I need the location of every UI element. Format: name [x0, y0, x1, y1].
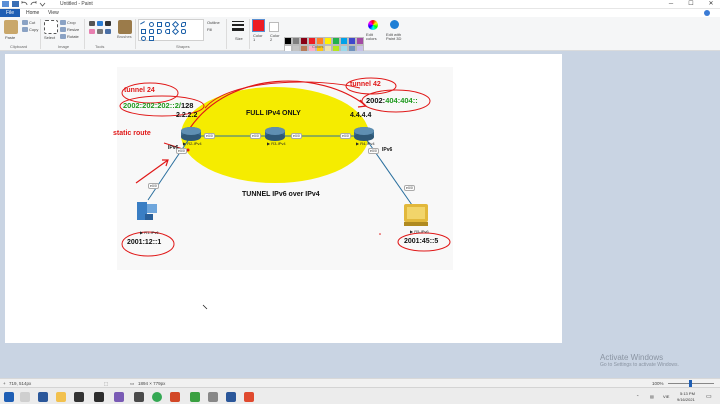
zoom-level: 100% [652, 381, 664, 386]
router-r2-caption: ▶ R2-IPv4 [183, 141, 202, 146]
host-r1-caption: ▶ R1-IPv6 [140, 230, 159, 235]
port-label: e0/0 [291, 133, 302, 139]
host-right-address: 2001:45::5 [404, 238, 439, 245]
app-icon[interactable] [208, 392, 218, 402]
static-route-label: static route [113, 130, 151, 137]
zoom-slider[interactable] [668, 380, 714, 387]
pencil-cursor-icon [202, 304, 208, 310]
host-left-address: 2001:12::1 [127, 239, 162, 246]
ipv6-left-address: 2002:202:202::2/128 [123, 101, 193, 110]
ipv6-right-zone-label: IPv6 [382, 147, 393, 153]
file-explorer-icon[interactable] [56, 392, 66, 402]
activate-windows-watermark: Activate Windows Go to Settings to activ… [600, 353, 679, 368]
diagram-drawing [119, 77, 451, 310]
port-label: e0/0 [340, 133, 351, 139]
clock-time[interactable]: 5:13 PM [680, 391, 695, 396]
app-icon[interactable] [244, 392, 254, 402]
cursor-position-icon: + [3, 381, 6, 386]
app-icon[interactable] [94, 392, 104, 402]
host-r5-icon [404, 204, 428, 226]
ipv6-right-prefix: 2002: [366, 96, 386, 105]
task-view-icon[interactable] [38, 392, 48, 402]
app-icon[interactable] [170, 392, 180, 402]
router-r4-icon [354, 127, 374, 141]
router-r4-caption: ▶ R4-IPv4 [356, 141, 375, 146]
ipv4-right-label: 4.4.4.4 [350, 112, 372, 119]
notifications-icon[interactable]: ▭ [706, 393, 712, 400]
ipv6-left-mask: 128 [180, 101, 194, 110]
start-icon[interactable] [4, 392, 14, 402]
tray-chevron-icon[interactable]: ⌃ [636, 394, 639, 399]
zoom-slider-thumb[interactable] [689, 380, 692, 387]
chrome-icon[interactable] [152, 392, 162, 402]
ipv6-left-prefix: 2002:202:202::2/ [123, 101, 181, 110]
tunnel-title-label: TUNNEL IPv6 over IPv4 [242, 191, 320, 198]
ipv4-left-label: 2.2.2.2 [176, 112, 198, 119]
cursor-position: 719, 514px [9, 381, 32, 386]
port-label: e0/0 [404, 185, 415, 191]
search-icon[interactable] [20, 392, 30, 402]
ipv6-right-suffix: 404:404:: [385, 96, 418, 105]
router-r3-icon [265, 127, 285, 141]
router-r2-icon [181, 127, 201, 141]
canvas-size: 1894 × 779px [138, 381, 166, 386]
network-icon[interactable]: ▤ [650, 394, 654, 399]
terminal-icon[interactable] [74, 392, 84, 402]
activate-subtitle: Go to Settings to activate Windows. [600, 362, 679, 368]
ipv6-right-address: 2002:404:404:: [366, 96, 418, 105]
word-icon[interactable] [226, 392, 236, 402]
marker-dot [379, 233, 381, 235]
port-label: e0/0 [148, 183, 159, 189]
app-icon[interactable] [114, 392, 124, 402]
router-r3-caption: ▶ R3-IPv4 [267, 141, 286, 146]
app-icon[interactable] [190, 392, 200, 402]
host-r1-icon [137, 202, 157, 220]
port-label: e0/0 [368, 148, 379, 154]
full-ipv4-label: FULL IPv4 ONLY [246, 110, 301, 117]
status-bar: + 719, 514px ⬚ ▭ 1894 × 779px 100% [0, 378, 720, 387]
host-r5-caption: ▶ R5-IPv6 [410, 229, 429, 234]
clock-date[interactable]: 9/16/2021 [677, 397, 695, 402]
tunnel-right-label: tunnel 42 [350, 81, 381, 88]
port-label: e0/0 [250, 133, 261, 139]
port-label: e0/0 [176, 148, 187, 154]
activate-title: Activate Windows [600, 353, 664, 362]
tunnel-left-label: tunnel 24 [124, 87, 155, 94]
ipv6-left-arrow [135, 159, 169, 184]
app-icon[interactable] [134, 392, 144, 402]
taskbar: ⌃ ▤ VIE 5:13 PM 9/16/2021 ▭ [0, 387, 720, 404]
language-indicator[interactable]: VIE [663, 394, 669, 399]
port-label: e0/0 [204, 133, 215, 139]
marker-dot [186, 148, 190, 152]
